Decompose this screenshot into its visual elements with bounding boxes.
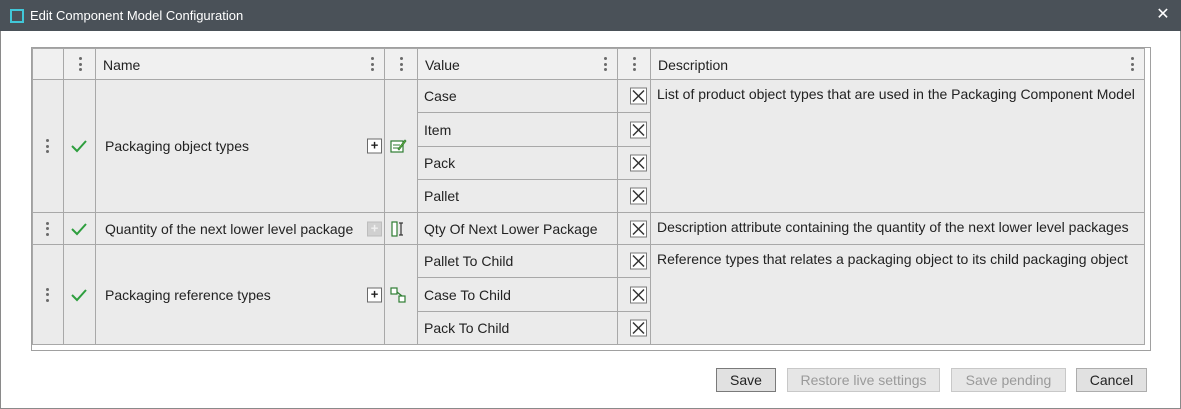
header-remove-cell [617, 48, 651, 80]
close-icon[interactable]: ✕ [1153, 4, 1173, 26]
configuration-grid: Name Value Description Packaging object … [31, 47, 1151, 351]
row-menu-icon[interactable] [45, 221, 49, 236]
name-cell[interactable]: Quantity of the next lower level package… [95, 212, 385, 245]
title-bar: Edit Component Model Configuration ✕ [0, 0, 1181, 31]
row-name: Packaging reference types [105, 286, 271, 303]
column-menu-icon[interactable] [632, 57, 636, 71]
save-button[interactable]: Save [716, 368, 776, 392]
type-cell[interactable] [384, 212, 418, 245]
row-menu-icon[interactable] [45, 139, 49, 153]
add-value-button[interactable]: + [367, 138, 382, 154]
column-menu-icon[interactable] [370, 57, 374, 71]
value-cell[interactable]: Pack To Child [417, 311, 618, 345]
status-cell [63, 212, 96, 245]
configuration-table: Name Value Description Packaging object … [32, 48, 1145, 345]
status-cell [63, 244, 96, 345]
header-row: Name Value Description [32, 48, 1145, 80]
remove-cell [617, 277, 651, 312]
header-description[interactable]: Description [650, 48, 1145, 80]
value-cell[interactable]: Pallet [417, 179, 618, 213]
add-value-button[interactable]: + [367, 287, 382, 302]
value-cell[interactable]: Pack [417, 146, 618, 180]
remove-cell [617, 112, 651, 147]
type-cell[interactable] [384, 244, 418, 345]
value-cell[interactable]: Qty Of Next Lower Package [417, 212, 618, 245]
header-status-cell [63, 48, 96, 80]
row-menu-cell [32, 244, 64, 345]
header-rowmenu-cell [32, 48, 64, 80]
table-row: Quantity of the next lower level package… [32, 212, 1145, 245]
app-icon [10, 9, 24, 23]
add-value-button[interactable]: + [367, 221, 382, 236]
remove-value-icon[interactable] [630, 319, 647, 337]
remove-cell [617, 146, 651, 180]
row-description: Description attribute containing the qua… [657, 219, 1129, 235]
value-cell[interactable]: Case [417, 79, 618, 113]
row-menu-icon[interactable] [45, 287, 49, 302]
cancel-button[interactable]: Cancel [1076, 368, 1147, 392]
remove-cell [617, 244, 651, 278]
remove-value-icon[interactable] [630, 121, 647, 138]
row-description: Reference types that relates a packaging… [657, 251, 1128, 267]
row-name: Quantity of the next lower level package [105, 220, 354, 237]
row-menu-cell [32, 79, 64, 213]
status-cell [63, 79, 96, 213]
description-cell[interactable]: Description attribute containing the qua… [650, 212, 1145, 245]
description-cell[interactable]: Reference types that relates a packaging… [650, 244, 1145, 345]
remove-cell [617, 179, 651, 213]
remove-value-icon[interactable] [630, 187, 647, 205]
header-name-label: Name [103, 57, 141, 73]
value-cell[interactable]: Item [417, 112, 618, 147]
value-cell[interactable]: Pallet To Child [417, 244, 618, 278]
value-text: Pallet To Child [424, 253, 514, 269]
row-name: Packaging object types [105, 138, 249, 154]
header-type-cell [384, 48, 418, 80]
value-text: Pack To Child [424, 320, 510, 336]
header-value-label: Value [425, 57, 460, 73]
table-row: Packaging reference types + Pallet To Chil… [32, 244, 1145, 345]
remove-value-icon[interactable] [630, 154, 647, 172]
name-cell[interactable]: Packaging reference types + [95, 244, 385, 345]
header-description-label: Description [658, 57, 729, 73]
header-name[interactable]: Name [95, 48, 385, 80]
remove-value-icon[interactable] [630, 87, 647, 105]
column-menu-icon[interactable] [399, 57, 403, 71]
row-menu-cell [32, 212, 64, 245]
header-value[interactable]: Value [417, 48, 618, 80]
table-row: Packaging object types + Case List of produ… [32, 79, 1145, 213]
name-cell[interactable]: Packaging object types + [95, 79, 385, 213]
column-menu-icon[interactable] [78, 57, 82, 71]
column-menu-icon[interactable] [603, 57, 607, 71]
value-text: Item [424, 121, 452, 138]
remove-value-icon[interactable] [630, 252, 647, 270]
value-cell[interactable]: Case To Child [417, 277, 618, 312]
value-text: Pack [424, 155, 456, 171]
remove-cell [617, 79, 651, 113]
save-pending-button[interactable]: Save pending [951, 368, 1066, 392]
remove-cell [617, 212, 651, 245]
window-title: Edit Component Model Configuration [30, 8, 244, 23]
remove-value-icon[interactable] [630, 286, 647, 303]
description-cell[interactable]: List of product object types that are us… [650, 79, 1145, 213]
value-text: Qty Of Next Lower Package [424, 220, 598, 237]
value-text: Pallet [424, 188, 460, 204]
restore-live-settings-button[interactable]: Restore live settings [787, 368, 940, 392]
remove-cell [617, 311, 651, 345]
remove-value-icon[interactable] [630, 220, 647, 237]
value-text: Case To Child [424, 286, 511, 303]
column-menu-icon[interactable] [1130, 57, 1134, 71]
value-text: Case [424, 88, 457, 104]
type-cell[interactable] [384, 79, 418, 213]
row-description: List of product object types that are us… [657, 86, 1135, 102]
